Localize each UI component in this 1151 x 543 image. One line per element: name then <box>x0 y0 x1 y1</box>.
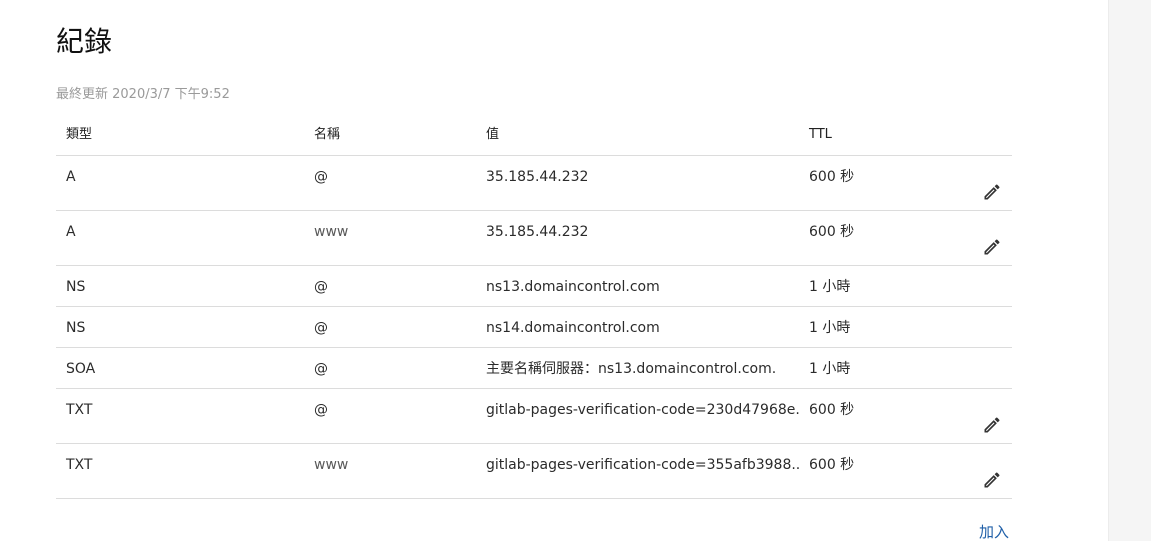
record-name: @ <box>314 279 328 295</box>
record-type: A <box>66 169 76 185</box>
record-value: gitlab-pages-verification-code=230d47968… <box>486 402 801 418</box>
record-value: gitlab-pages-verification-code=355afb398… <box>486 457 801 473</box>
pencil-icon <box>984 184 1000 200</box>
record-value: ns13.domaincontrol.com <box>486 279 660 295</box>
table-header: 類型 名稱 值 TTL <box>56 114 1012 156</box>
record-value: 35.185.44.232 <box>486 224 589 240</box>
table-row: TXT @ gitlab-pages-verification-code=230… <box>56 389 1012 444</box>
edit-record-button[interactable] <box>978 233 1006 261</box>
pencil-icon <box>984 239 1000 255</box>
page-title: 紀錄 <box>56 25 113 58</box>
record-ttl: 1 小時 <box>809 361 851 377</box>
record-type: NS <box>66 320 86 336</box>
table-row: NS @ ns13.domaincontrol.com 1 小時 <box>56 266 1012 307</box>
record-name: @ <box>314 402 328 418</box>
record-ttl: 600 秒 <box>809 402 855 418</box>
record-name: www <box>314 224 349 240</box>
table-row: SOA @ 主要名稱伺服器：ns13.domaincontrol.com. 1 … <box>56 348 1012 389</box>
dns-records-panel: 紀錄 最終更新 2020/3/7 下午9:52 類型 名稱 值 TTL A @ … <box>0 0 1108 541</box>
edit-record-button[interactable] <box>978 411 1006 439</box>
table-row: NS @ ns14.domaincontrol.com 1 小時 <box>56 307 1012 348</box>
record-ttl: 1 小時 <box>809 279 851 295</box>
record-type: A <box>66 224 76 240</box>
record-type: TXT <box>66 457 93 473</box>
records-table: 類型 名稱 值 TTL A @ 35.185.44.232 600 秒 A ww… <box>56 114 1012 499</box>
record-ttl: 1 小時 <box>809 320 851 336</box>
pencil-icon <box>984 472 1000 488</box>
record-name: @ <box>314 361 328 377</box>
pencil-icon <box>984 417 1000 433</box>
right-side-panel <box>1108 0 1151 541</box>
record-ttl: 600 秒 <box>809 169 855 185</box>
record-value: 主要名稱伺服器：ns13.domaincontrol.com. <box>486 361 777 377</box>
header-type: 類型 <box>66 127 93 142</box>
record-type: TXT <box>66 402 93 418</box>
header-ttl: TTL <box>809 127 832 142</box>
edit-record-button[interactable] <box>978 466 1006 494</box>
edit-record-button[interactable] <box>978 178 1006 206</box>
header-name: 名稱 <box>314 127 341 142</box>
record-name: @ <box>314 320 328 336</box>
record-ttl: 600 秒 <box>809 457 855 473</box>
table-row: TXT www gitlab-pages-verification-code=3… <box>56 444 1012 499</box>
table-row: A www 35.185.44.232 600 秒 <box>56 211 1012 266</box>
table-row: A @ 35.185.44.232 600 秒 <box>56 156 1012 211</box>
record-name: www <box>314 457 349 473</box>
add-record-link[interactable]: 加入 <box>979 521 1009 543</box>
last-updated-text: 最終更新 2020/3/7 下午9:52 <box>56 87 230 102</box>
record-type: NS <box>66 279 86 295</box>
record-name: @ <box>314 169 328 185</box>
record-value: 35.185.44.232 <box>486 169 589 185</box>
record-value: ns14.domaincontrol.com <box>486 320 660 336</box>
record-ttl: 600 秒 <box>809 224 855 240</box>
record-type: SOA <box>66 361 96 377</box>
header-value: 值 <box>486 127 500 142</box>
